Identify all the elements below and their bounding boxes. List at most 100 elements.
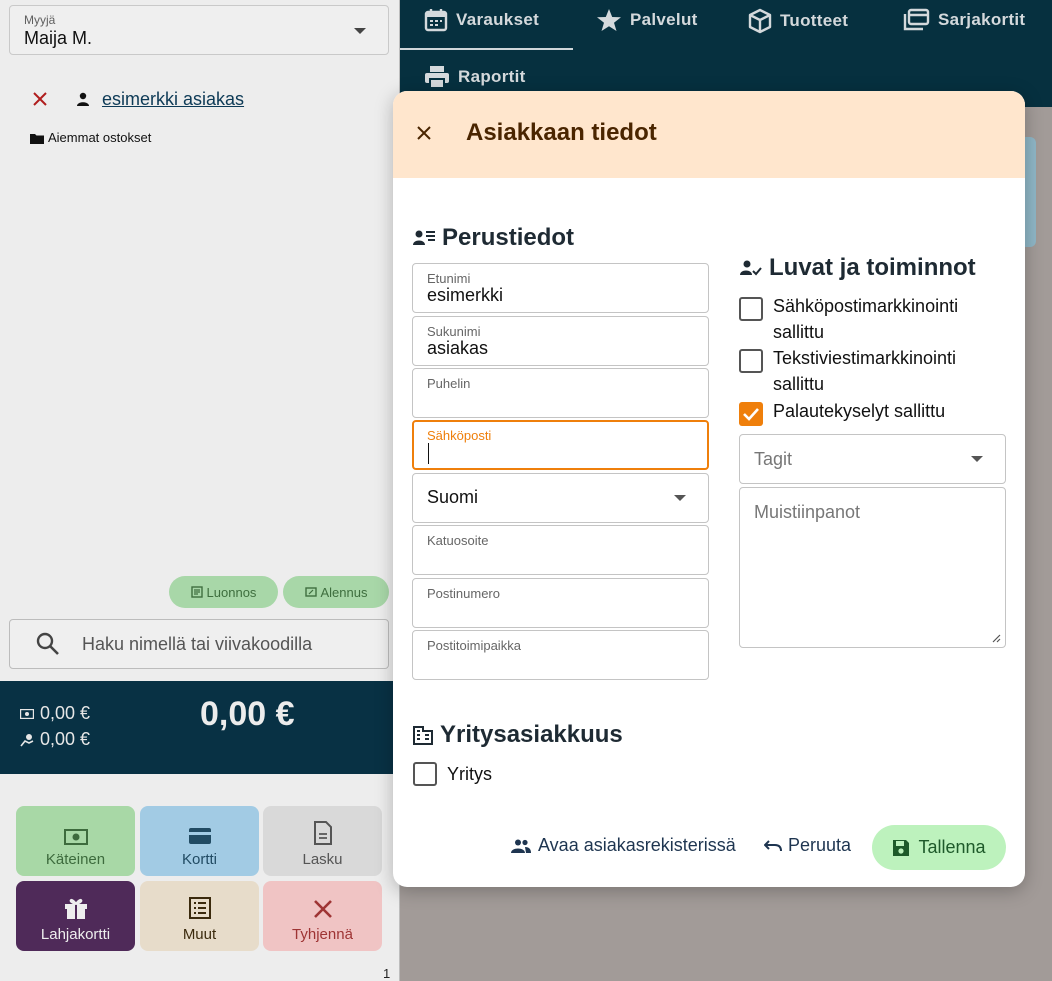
company-heading: Yritysasiakkuus xyxy=(413,721,623,749)
change-total-row: 0,00 € xyxy=(20,729,90,750)
feedback-checkbox-row[interactable]: Palautekyselyt sallittu xyxy=(739,398,983,426)
pay-invoice-button[interactable]: Lasku xyxy=(263,806,382,876)
dialog-header: Asiakkaan tiedot xyxy=(393,91,1025,178)
street-address-label: Katuosoite xyxy=(427,533,489,548)
pay-gift-card-button[interactable]: Lahjakortti xyxy=(16,881,135,951)
chevron-down-icon xyxy=(354,28,366,34)
person-details-icon xyxy=(413,228,435,248)
cash-icon xyxy=(63,829,88,845)
close-icon[interactable] xyxy=(415,124,433,142)
chevron-down-icon xyxy=(674,495,686,501)
pay-cash-button[interactable]: Käteinen xyxy=(16,806,135,876)
last-name-label: Sukunimi xyxy=(427,324,481,339)
clear-label: Tyhjennä xyxy=(292,926,353,943)
cash-total-row: 0,00 € xyxy=(20,703,90,724)
street-address-field[interactable]: Katuosoite xyxy=(412,525,709,575)
email-marketing-checkbox-row[interactable]: Sähköpostimarkkinointi sallittu xyxy=(739,293,983,345)
company-label: Yritysasiakkuus xyxy=(440,721,623,748)
pay-card-button[interactable]: Kortti xyxy=(140,806,259,876)
discount-chip[interactable]: Alennus xyxy=(283,576,389,608)
remove-customer-icon[interactable] xyxy=(30,89,50,109)
open-in-register-label: Avaa asiakasrekisterissä xyxy=(538,835,736,855)
feedback-label: Palautekyselyt sallittu xyxy=(773,401,946,421)
list-box-icon xyxy=(188,896,212,920)
tags-select[interactable]: Tagit xyxy=(739,434,1006,484)
first-name-value: esimerkki xyxy=(427,285,504,305)
totals-panel: 0,00 € 0,00 € 0,00 € xyxy=(0,681,400,774)
first-name-field[interactable]: Etunimi esimerkki xyxy=(412,263,709,313)
sms-marketing-checkbox-row[interactable]: Tekstiviestimarkkinointi sallittu xyxy=(739,345,983,397)
open-in-register-button[interactable]: Avaa asiakasrekisterissä xyxy=(511,835,736,856)
company-checkbox-row[interactable]: Yritys xyxy=(413,762,492,786)
note-icon xyxy=(190,586,203,598)
product-search-input[interactable]: Haku nimellä tai viivakoodilla xyxy=(9,619,389,669)
discount-chip-label: Alennus xyxy=(320,584,368,600)
cancel-label: Peruuta xyxy=(788,835,852,855)
printer-icon xyxy=(424,65,450,89)
company-checkbox[interactable] xyxy=(413,762,437,786)
seller-select[interactable]: Myyjä Maija M. xyxy=(9,5,389,55)
pay-other-button[interactable]: Muut xyxy=(140,881,259,951)
tags-placeholder: Tagit xyxy=(754,449,793,469)
active-tab-indicator xyxy=(400,48,573,50)
clear-button[interactable]: Tyhjennä xyxy=(263,881,382,951)
pay-gift-card-label: Lahjakortti xyxy=(40,926,111,943)
hand-coin-icon xyxy=(20,733,34,747)
city-field[interactable]: Postitoimipaikka xyxy=(412,630,709,680)
feedback-checkbox[interactable] xyxy=(739,402,763,426)
cube-icon xyxy=(748,8,772,34)
text-cursor xyxy=(428,443,429,464)
building-icon xyxy=(413,725,433,745)
folder-icon xyxy=(30,132,44,144)
cash-icon xyxy=(20,708,34,719)
first-name-label: Etunimi xyxy=(427,271,471,286)
permissions-heading: Luvat ja toiminnot xyxy=(740,254,976,282)
ticket-icon xyxy=(304,586,317,598)
seller-label: Myyjä xyxy=(24,13,56,27)
save-button[interactable]: Tallenna xyxy=(872,825,1006,870)
draft-chip-label: Luonnos xyxy=(206,584,257,600)
tab-services[interactable]: Palvelut xyxy=(596,8,698,32)
tab-products-label: Tuotteet xyxy=(780,11,849,30)
draft-chip[interactable]: Luonnos xyxy=(169,576,278,608)
email-field[interactable]: Sähköposti xyxy=(412,420,709,470)
tab-series-cards[interactable]: Sarjakortit xyxy=(902,8,1025,32)
pay-cash-label: Käteinen xyxy=(45,851,106,868)
notes-textarea[interactable]: Muistiinpanot xyxy=(739,487,1006,648)
search-placeholder: Haku nimellä tai viivakoodilla xyxy=(82,634,313,654)
notes-placeholder: Muistiinpanot xyxy=(754,502,861,522)
language-select[interactable]: Suomi xyxy=(412,473,709,523)
cards-stack-icon xyxy=(902,8,930,32)
tab-products[interactable]: Tuotteet xyxy=(748,8,848,34)
tab-series-cards-label: Sarjakortit xyxy=(938,10,1026,29)
customer-details-dialog: Asiakkaan tiedot Perustiedot Etunimi esi… xyxy=(393,91,1025,887)
customer-name-link[interactable]: esimerkki asiakas xyxy=(102,89,244,110)
sms-marketing-checkbox[interactable] xyxy=(739,349,763,373)
page-number: 1 xyxy=(383,966,391,981)
gift-icon xyxy=(63,896,89,920)
last-name-field[interactable]: Sukunimi asiakas xyxy=(412,316,709,366)
previous-purchases-link[interactable]: Aiemmat ostokset xyxy=(30,130,151,145)
tab-reports[interactable]: Raportit xyxy=(424,65,526,89)
dialog-title: Asiakkaan tiedot xyxy=(466,119,657,146)
cancel-button[interactable]: Peruuta xyxy=(764,835,851,856)
city-label: Postitoimipaikka xyxy=(427,638,521,653)
phone-label: Puhelin xyxy=(427,376,471,391)
email-marketing-label: Sähköpostimarkkinointi sallittu xyxy=(773,296,959,342)
company-checkbox-label: Yritys xyxy=(447,763,492,784)
people-icon xyxy=(511,838,531,854)
basic-info-heading: Perustiedot xyxy=(413,224,574,252)
tab-reservations-label: Varaukset xyxy=(456,10,540,29)
tab-reports-label: Raportit xyxy=(458,67,526,86)
sms-marketing-label: Tekstiviestimarkkinointi sallittu xyxy=(773,348,957,394)
star-icon xyxy=(596,8,622,32)
phone-field[interactable]: Puhelin xyxy=(412,368,709,418)
chevron-down-icon xyxy=(971,456,983,462)
resize-handle-icon[interactable] xyxy=(991,633,1001,643)
pay-invoice-label: Lasku xyxy=(302,851,343,868)
tab-reservations[interactable]: Varaukset xyxy=(424,8,539,32)
email-marketing-checkbox[interactable] xyxy=(739,297,763,321)
credit-card-icon xyxy=(188,827,212,845)
language-value: Suomi xyxy=(427,487,479,507)
postal-code-field[interactable]: Postinumero xyxy=(412,578,709,628)
